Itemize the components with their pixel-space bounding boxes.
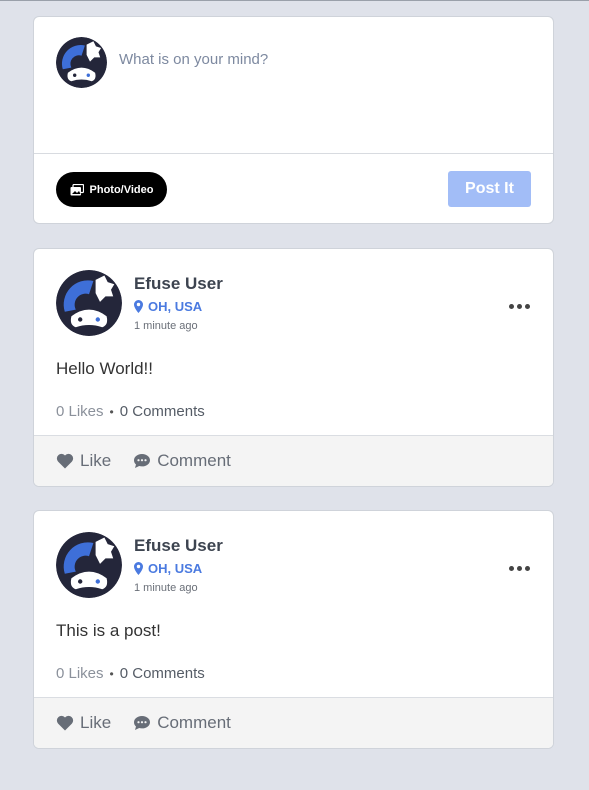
comments-count[interactable]: 0 Comments [120,665,205,682]
post-location-label: OH, USA [148,299,203,314]
more-options-button[interactable] [509,563,531,573]
heart-icon [56,453,74,469]
comment-label: Comment [157,713,231,732]
post-location[interactable]: OH, USA [134,561,202,576]
post-author-name[interactable]: Efuse User [134,536,223,556]
photo-video-button[interactable]: Photo/Video [56,172,167,207]
separator-dot: • [109,404,114,419]
photo-video-icon [70,183,84,195]
like-button[interactable]: Like [56,713,111,733]
more-dots-icon [525,303,530,309]
more-dots-icon [517,565,522,571]
avatar[interactable] [56,37,107,88]
more-dots-icon [525,565,530,571]
likes-count[interactable]: 0 Likes [56,403,104,420]
photo-video-label: Photo/Video [89,183,154,196]
gamepad-avatar-icon [56,270,122,336]
more-dots-icon [517,303,522,309]
post-location-label: OH, USA [148,561,203,576]
map-pin-icon [134,562,143,575]
post-actions-bar: Like Comment [34,697,553,748]
post-actions-bar: Like Comment [34,435,553,486]
composer-input-area [34,17,553,154]
like-button[interactable]: Like [56,451,111,471]
more-options-button[interactable] [509,301,531,311]
gamepad-avatar-icon [56,37,107,88]
composer-text-input[interactable] [119,51,519,68]
post-stats: 0 Likes • 0 Comments [56,403,205,420]
post-composer: Photo/Video Post It [33,16,554,224]
heart-icon [56,715,74,731]
post-timestamp: 1 minute ago [134,320,198,332]
comment-label: Comment [157,451,231,470]
post-body-text: This is a post! [56,621,161,640]
post-timestamp: 1 minute ago [134,582,198,594]
more-dots-icon [509,565,514,571]
comment-button[interactable]: Comment [133,451,231,471]
feed-page: Photo/Video Post It Efuse User OH, USA [0,0,589,790]
like-label: Like [80,451,112,470]
avatar[interactable] [56,270,122,336]
comments-count[interactable]: 0 Comments [120,403,205,420]
like-label: Like [80,713,112,732]
avatar[interactable] [56,532,122,598]
gamepad-avatar-icon [56,532,122,598]
post-card: Efuse User OH, USA 1 minute ago This is … [33,510,554,749]
likes-count[interactable]: 0 Likes [56,665,104,682]
more-dots-icon [509,303,514,309]
post-card: Efuse User OH, USA 1 minute ago Hello Wo… [33,248,554,487]
post-body-text: Hello World!! [56,359,153,378]
composer-toolbar: Photo/Video Post It [34,154,553,223]
separator-dot: • [109,666,114,681]
post-stats: 0 Likes • 0 Comments [56,665,205,682]
post-author-name[interactable]: Efuse User [134,274,223,294]
comment-bubble-icon [134,454,151,468]
post-it-button[interactable]: Post It [448,171,531,207]
comment-button[interactable]: Comment [133,713,231,733]
map-pin-icon [134,300,143,313]
comment-bubble-icon [134,716,151,730]
post-location[interactable]: OH, USA [134,299,202,314]
